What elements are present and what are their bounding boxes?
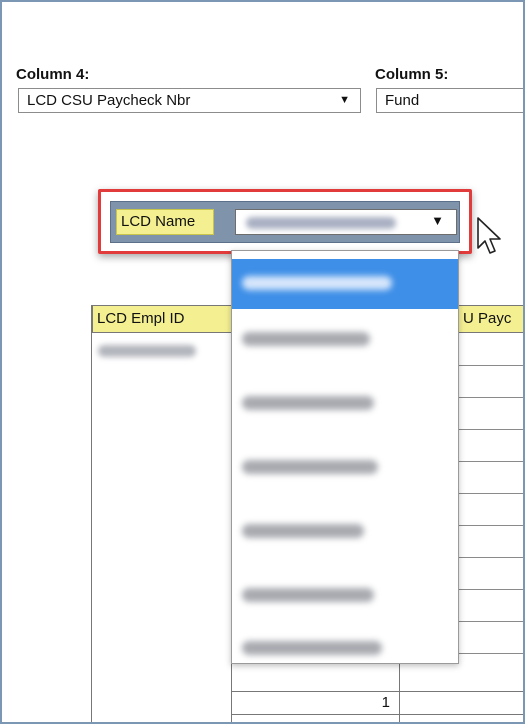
- column-5-selected-value: Fund: [385, 92, 420, 109]
- dropdown-option[interactable]: [232, 443, 458, 493]
- dropdown-option[interactable]: [232, 379, 458, 429]
- empl-id-column: [92, 333, 232, 722]
- redacted-empl-id: [98, 345, 196, 357]
- mouse-pointer-icon: [477, 217, 501, 254]
- redacted-option: [242, 460, 378, 474]
- column-5-label: Column 5:: [375, 66, 449, 83]
- lcd-name-select[interactable]: ▼: [235, 209, 457, 235]
- redacted-option: [242, 276, 392, 290]
- redacted-option: [242, 641, 382, 655]
- redacted-option: [242, 332, 370, 346]
- column-4-select[interactable]: LCD CSU Paycheck Nbr ▼: [18, 88, 361, 113]
- column-4-label: Column 4:: [16, 66, 90, 83]
- header-paycheck[interactable]: U Payc: [458, 305, 523, 333]
- chevron-down-icon: ▼: [339, 94, 350, 106]
- header-lcd-empl-id[interactable]: LCD Empl ID: [92, 305, 232, 333]
- column-5-select[interactable]: Fund: [376, 88, 523, 113]
- lcd-name-filter: LCD Name ▼: [110, 201, 460, 243]
- footer-cell: [400, 691, 523, 715]
- report-frame: Column 4: LCD CSU Paycheck Nbr ▼ Column …: [0, 0, 525, 724]
- column-4-selected-value: LCD CSU Paycheck Nbr: [27, 92, 191, 109]
- chevron-down-icon: ▼: [431, 213, 444, 228]
- redacted-option: [242, 588, 374, 602]
- dropdown-option[interactable]: [232, 507, 458, 557]
- redacted-option: [242, 396, 374, 410]
- row-count-cell: 1: [232, 691, 400, 715]
- redacted-option: [242, 524, 364, 538]
- dropdown-option[interactable]: [232, 631, 458, 665]
- lcd-name-filter-highlight: LCD Name ▼: [98, 189, 472, 254]
- lcd-name-dropdown-list[interactable]: [231, 250, 459, 664]
- redacted-selected-name: [246, 217, 396, 229]
- lcd-name-label: LCD Name: [116, 209, 214, 235]
- dropdown-option[interactable]: [232, 315, 458, 365]
- dropdown-option[interactable]: [232, 571, 458, 621]
- dropdown-option[interactable]: [232, 259, 458, 309]
